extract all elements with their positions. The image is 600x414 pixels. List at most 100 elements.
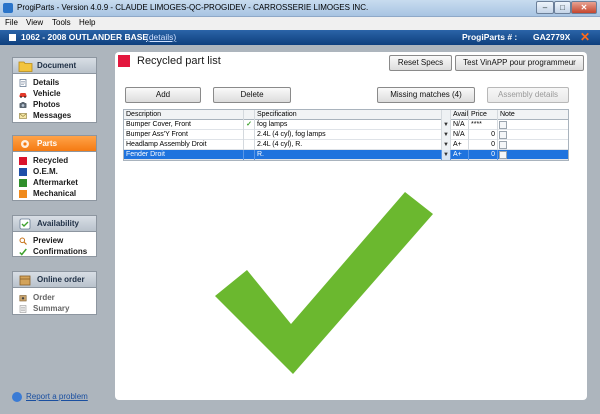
recycled-square-icon	[19, 157, 27, 165]
main-area: Document Details Vehicle Photos Messages…	[0, 45, 600, 414]
vehicle-details-link[interactable]: (details)	[146, 32, 176, 42]
availability-panel-header: Availability	[13, 216, 96, 232]
document-panel-header: Document	[13, 58, 96, 74]
recycled-part-list-panel: Recycled part list Reset Specs Test VinA…	[115, 52, 587, 400]
col-note-header[interactable]: Note	[498, 110, 570, 120]
sidebar-item-confirmations[interactable]: Confirmations	[19, 247, 95, 257]
chevron-down-icon[interactable]: ▼	[442, 130, 451, 140]
camera-icon	[19, 102, 27, 108]
col-check-header	[244, 110, 255, 120]
cell-description: Bumper Cover, Front	[124, 120, 244, 130]
sidebar-item-summary[interactable]: Summary	[19, 304, 95, 314]
note-icon[interactable]	[499, 131, 507, 139]
cell-avail: N/A	[451, 120, 469, 130]
magnifier-icon	[19, 237, 27, 245]
cell-avail: A+	[451, 150, 469, 160]
online-order-panel: Online order Order Summary	[12, 271, 97, 315]
cell-specification: 2.4L (4 cyl), fog lamps	[255, 130, 442, 140]
col-description-header[interactable]: Description	[124, 110, 244, 120]
car-icon	[19, 93, 27, 98]
availability-panel-title: Availability	[37, 219, 79, 228]
online-order-box-icon	[19, 275, 31, 286]
minimize-button[interactable]: –	[536, 1, 554, 14]
large-checkmark-icon	[215, 192, 433, 374]
sidebar-item-label: O.E.M.	[33, 167, 58, 176]
menu-file[interactable]: File	[5, 18, 18, 27]
col-specification-header[interactable]: Specification	[255, 110, 442, 120]
parts-panel-header: Parts	[13, 136, 96, 152]
table-row[interactable]: Bumper Cover, Front ✓ fog lamps ▼ N/A **…	[124, 120, 568, 130]
close-window-button[interactable]: ✕	[571, 1, 597, 14]
oem-square-icon	[19, 168, 27, 176]
sidebar-item-oem[interactable]: O.E.M.	[19, 167, 95, 177]
progiparts-number-label: ProgiParts # :	[462, 32, 518, 42]
cell-avail: N/A	[451, 130, 469, 140]
menu-tools[interactable]: Tools	[52, 18, 71, 27]
table-row[interactable]: Headlamp Assembly Droit 2.4L (4 cyl), R.…	[124, 140, 568, 150]
app-logo-icon	[3, 3, 13, 13]
sidebar-item-label: Mechanical	[33, 189, 77, 198]
table-row-selected[interactable]: Fender Droit R. ▼ A+ 0	[124, 150, 568, 160]
note-icon[interactable]	[499, 141, 507, 149]
summary-list-icon	[19, 305, 27, 313]
sidebar-item-label: Details	[33, 78, 60, 87]
menu-help[interactable]: Help	[79, 18, 95, 27]
sidebar-item-label: Summary	[33, 304, 70, 313]
reset-specs-button[interactable]: Reset Specs	[389, 55, 452, 71]
report-problem-icon	[12, 392, 22, 402]
cell-price: 0	[469, 150, 498, 160]
cell-note[interactable]	[498, 130, 570, 140]
table-row[interactable]: Bumper Ass'Y Front 2.4L (4 cyl), fog lam…	[124, 130, 568, 140]
sidebar-item-vehicle[interactable]: Vehicle	[19, 89, 95, 99]
row-checked-icon	[244, 150, 255, 160]
order-box-icon	[19, 295, 27, 302]
note-icon[interactable]	[499, 121, 507, 129]
add-button[interactable]: Add	[125, 87, 201, 103]
document-panel-title: Document	[37, 61, 77, 70]
note-icon[interactable]	[499, 151, 507, 159]
online-order-panel-title: Online order	[37, 275, 85, 284]
sidebar-item-aftermarket[interactable]: Aftermarket	[19, 178, 95, 188]
window-titlebar: ProgiParts - Version 4.0.9 - CLAUDE LIMO…	[0, 0, 600, 17]
chevron-down-icon[interactable]: ▼	[442, 140, 451, 150]
col-price-header[interactable]: Price	[469, 110, 498, 120]
mechanical-square-icon	[19, 190, 27, 198]
sidebar-item-label: Messages	[33, 111, 72, 120]
cell-description: Bumper Ass'Y Front	[124, 130, 244, 140]
report-problem-link[interactable]: Report a problem	[26, 392, 88, 401]
cell-note[interactable]	[498, 140, 570, 150]
chevron-down-icon[interactable]: ▼	[442, 120, 451, 130]
menu-bar: File View Tools Help	[0, 17, 600, 30]
cell-description: Headlamp Assembly Droit	[124, 140, 244, 150]
window-title: ProgiParts - Version 4.0.9 - CLAUDE LIMO…	[17, 3, 369, 12]
sidebar-item-order[interactable]: Order	[19, 293, 95, 303]
parts-table: Description Specification Avail Price No…	[123, 109, 569, 161]
menu-view[interactable]: View	[26, 18, 43, 27]
sidebar-item-preview[interactable]: Preview	[19, 236, 95, 246]
close-vehicle-icon[interactable]: ✕	[580, 30, 590, 45]
sidebar-item-recycled[interactable]: Recycled	[19, 156, 95, 166]
sidebar-item-mechanical[interactable]: Mechanical	[19, 189, 95, 199]
availability-check-icon	[19, 218, 31, 230]
sidebar-item-messages[interactable]: Messages	[19, 111, 95, 121]
sidebar-item-photos[interactable]: Photos	[19, 100, 95, 110]
online-order-panel-header: Online order	[13, 272, 96, 288]
maximize-button[interactable]: □	[554, 1, 571, 14]
test-vinapp-button[interactable]: Test VinAPP pour programmeur	[455, 55, 584, 71]
progiparts-number-value: GA2779X	[533, 32, 571, 42]
parts-panel-title: Parts	[37, 139, 58, 148]
cell-note[interactable]	[498, 120, 570, 130]
cell-note[interactable]	[498, 150, 570, 160]
col-avail-header[interactable]: Avail	[451, 110, 469, 120]
parts-panel: Parts Recycled O.E.M. Aftermarket Mechan…	[12, 135, 97, 201]
delete-button[interactable]: Delete	[213, 87, 291, 103]
parts-gear-icon	[21, 140, 29, 148]
chevron-down-icon[interactable]: ▼	[442, 150, 451, 160]
cell-price: 0	[469, 130, 498, 140]
row-checked-icon	[244, 140, 255, 150]
missing-matches-button[interactable]: Missing matches (4)	[377, 87, 475, 103]
sidebar-item-label: Vehicle	[33, 89, 61, 98]
sidebar-item-details[interactable]: Details	[19, 78, 95, 88]
assembly-details-button[interactable]: Assembly details	[487, 87, 569, 103]
checkmark-icon	[19, 248, 27, 256]
